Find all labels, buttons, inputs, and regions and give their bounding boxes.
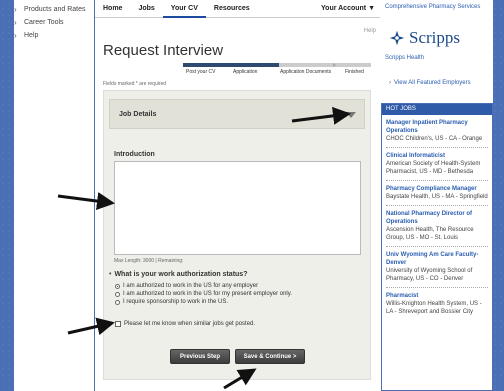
arrow-icon bbox=[291, 106, 351, 125]
arrow-icon bbox=[57, 192, 115, 210]
arrow-icon bbox=[67, 317, 115, 336]
arrow-icon bbox=[223, 368, 257, 390]
annotation-arrows bbox=[57, 106, 351, 390]
